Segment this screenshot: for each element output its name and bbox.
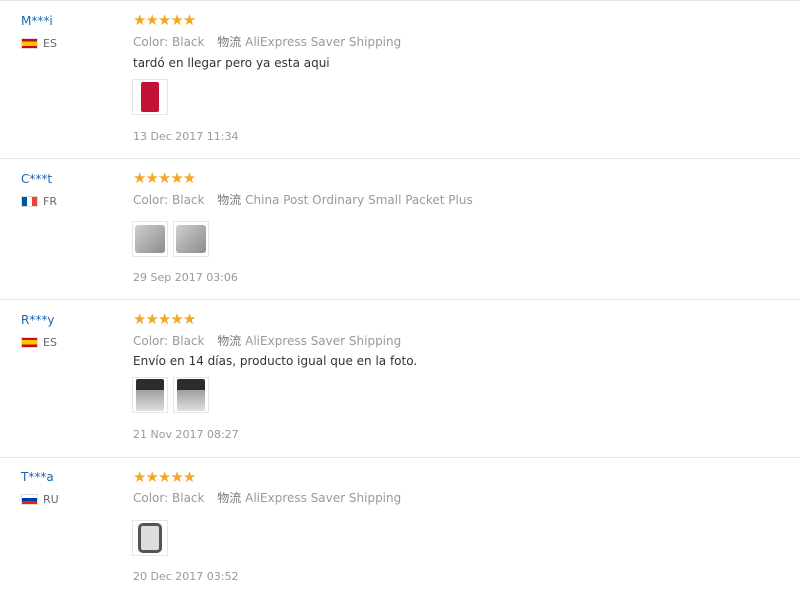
country-code: RU — [43, 493, 59, 506]
review-meta: Color: Black 物流 AliExpress Saver Shippin… — [133, 332, 401, 349]
review-photos — [132, 377, 209, 413]
star-rating: ★★★★★ — [133, 468, 196, 486]
star-rating: ★★★★★ — [133, 310, 196, 328]
review-photo-thumbnail[interactable] — [173, 221, 209, 257]
reviewer-name[interactable]: C***t — [21, 172, 52, 186]
gray-case-photo — [176, 225, 206, 253]
reviewer-name[interactable]: R***y — [21, 313, 54, 327]
review-date: 29 Sep 2017 03:06 — [133, 271, 238, 284]
review-photo-thumbnail[interactable] — [173, 377, 209, 413]
shipping-label: 物流 — [217, 334, 242, 348]
star-rating: ★★★★★ — [133, 169, 196, 187]
review-item: C***t FR ★★★★★ Color: Black 物流 China Pos… — [0, 158, 800, 299]
review-meta: Color: Black 物流 AliExpress Saver Shippin… — [133, 489, 401, 506]
review-photo-thumbnail[interactable] — [132, 377, 168, 413]
review-item: T***a RU ★★★★★ Color: Black 物流 AliExpres… — [0, 457, 800, 598]
shipping-value: AliExpress Saver Shipping — [245, 35, 402, 49]
review-photo-thumbnail[interactable] — [132, 520, 168, 556]
review-photo-thumbnail[interactable] — [132, 79, 168, 115]
review-date: 20 Dec 2017 03:52 — [133, 570, 239, 583]
review-photo-thumbnail[interactable] — [132, 221, 168, 257]
color-label: Color: — [133, 491, 169, 505]
shipping-value: China Post Ordinary Small Packet Plus — [245, 193, 473, 207]
review-meta: Color: Black 物流 AliExpress Saver Shippin… — [133, 33, 401, 50]
country-code: ES — [43, 336, 57, 349]
review-photos — [132, 520, 168, 556]
review-item: M***i ES ★★★★★ Color: Black 物流 AliExpres… — [0, 0, 800, 158]
france-flag-icon — [21, 196, 38, 207]
review-photos — [132, 221, 209, 257]
review-separator — [0, 457, 800, 458]
shipping-value: AliExpress Saver Shipping — [245, 491, 402, 505]
russia-flag-icon — [21, 494, 38, 505]
country-code: FR — [43, 195, 57, 208]
reviewer-country: ES — [21, 37, 57, 50]
review-item: R***y ES ★★★★★ Color: Black 物流 AliExpres… — [0, 299, 800, 457]
color-label: Color: — [133, 334, 169, 348]
color-value: Black — [172, 491, 205, 505]
review-separator — [0, 0, 800, 1]
review-comment: Envío en 14 días, producto igual que en … — [133, 354, 418, 368]
reviewer-name[interactable]: M***i — [21, 14, 53, 28]
country-code: ES — [43, 37, 57, 50]
review-date: 13 Dec 2017 11:34 — [133, 130, 239, 143]
review-separator — [0, 299, 800, 300]
shipping-value: AliExpress Saver Shipping — [245, 334, 402, 348]
shipping-label: 物流 — [217, 491, 242, 505]
color-label: Color: — [133, 193, 169, 207]
dark-case-photo — [136, 379, 164, 411]
review-meta: Color: Black 物流 China Post Ordinary Smal… — [133, 191, 473, 208]
reviewer-country: RU — [21, 493, 59, 506]
reviewer-country: FR — [21, 195, 57, 208]
color-value: Black — [172, 193, 205, 207]
review-comment: tardó en llegar pero ya esta aqui — [133, 56, 330, 70]
spain-flag-icon — [21, 337, 38, 348]
shipping-label: 物流 — [217, 193, 242, 207]
review-date: 21 Nov 2017 08:27 — [133, 428, 239, 441]
color-label: Color: — [133, 35, 169, 49]
reviewer-name[interactable]: T***a — [21, 470, 54, 484]
color-value: Black — [172, 334, 205, 348]
spain-flag-icon — [21, 38, 38, 49]
frame-case-photo — [138, 523, 162, 553]
reviewer-country: ES — [21, 336, 57, 349]
gray-case-photo — [135, 225, 165, 253]
review-photos — [132, 79, 168, 115]
color-value: Black — [172, 35, 205, 49]
shipping-label: 物流 — [217, 35, 242, 49]
star-rating: ★★★★★ — [133, 11, 196, 29]
dark-case-photo — [177, 379, 205, 411]
review-separator — [0, 158, 800, 159]
red-phone-case-photo — [141, 82, 159, 112]
